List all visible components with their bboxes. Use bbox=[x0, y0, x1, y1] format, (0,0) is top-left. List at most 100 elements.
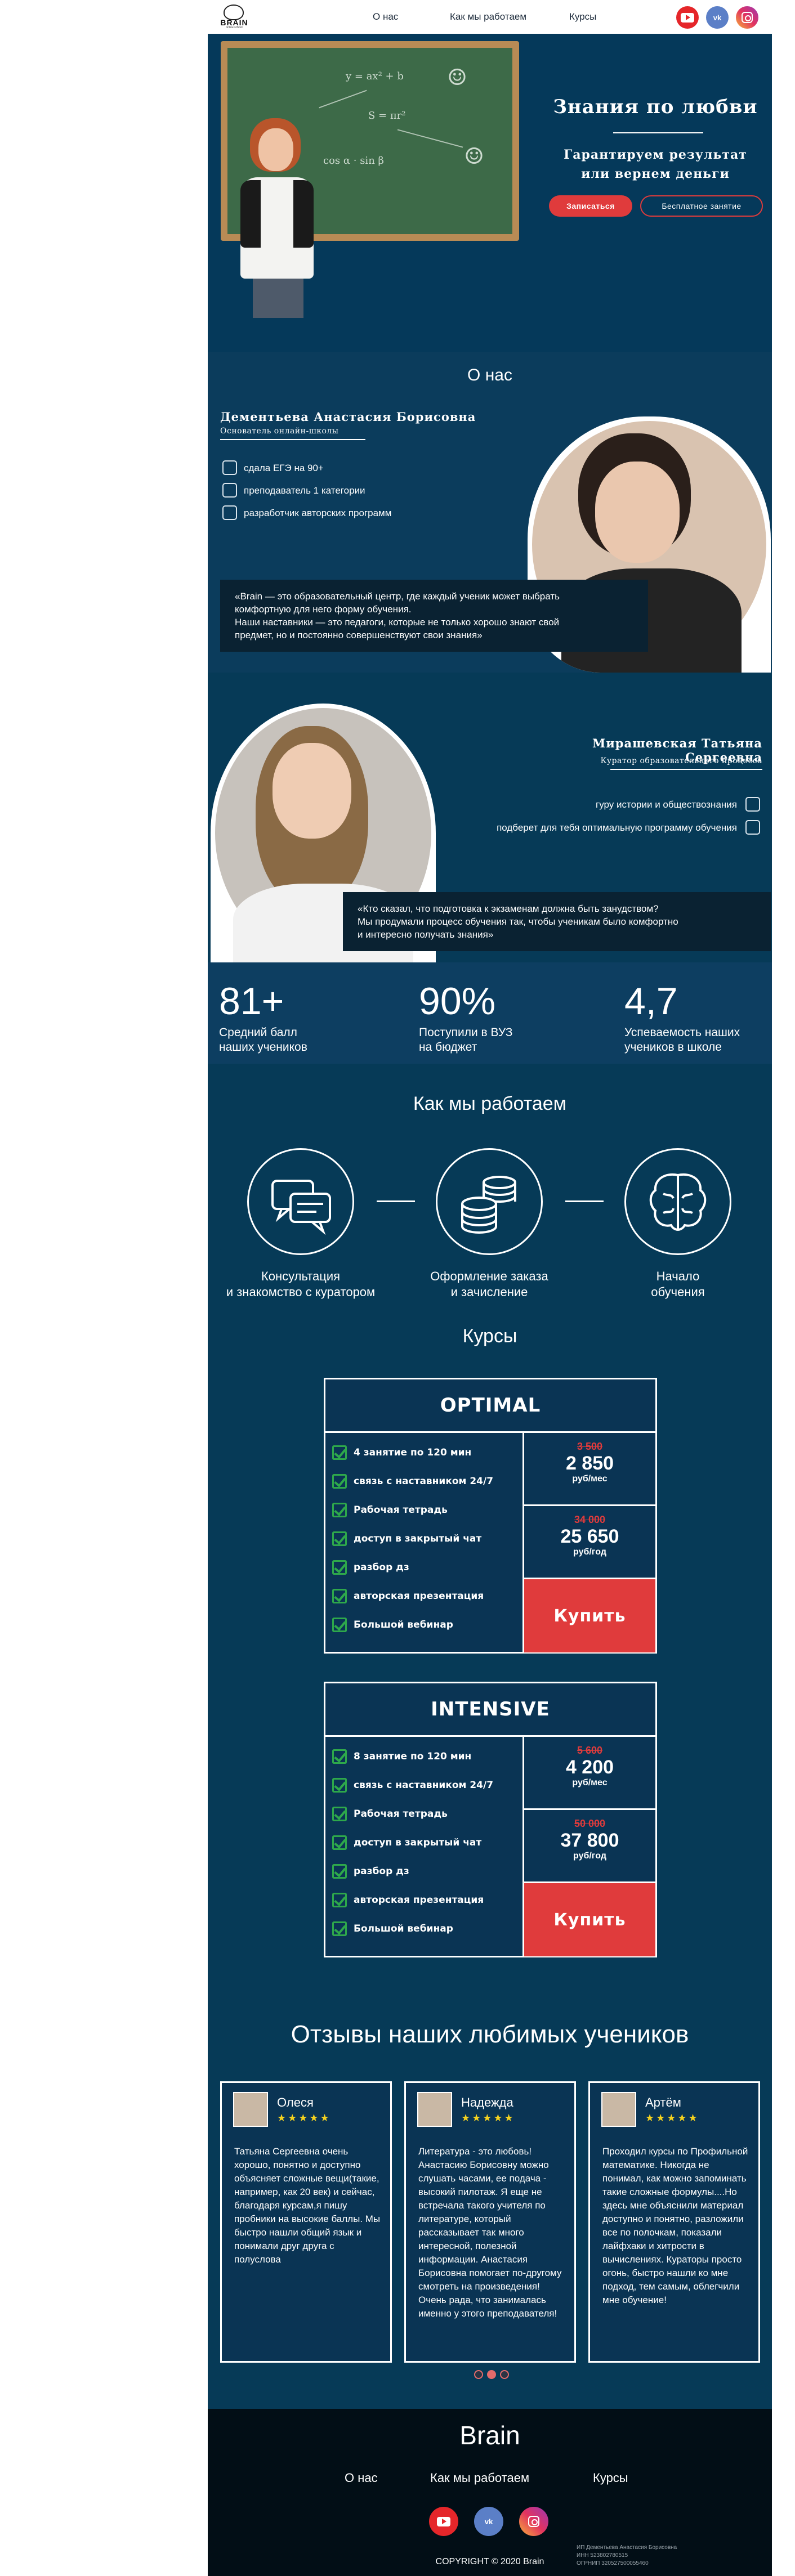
course-card-optimal: OPTIMAL 4 занятие по 120 мин связь с нас… bbox=[324, 1378, 657, 1654]
stat-number: 81+ bbox=[219, 980, 284, 1023]
course-feature: разбор дз bbox=[332, 1864, 518, 1879]
person2-feature: подберет для тебя оптимальную программу … bbox=[497, 822, 737, 833]
avatar bbox=[601, 2092, 636, 2127]
scroll-icon bbox=[745, 797, 760, 812]
course-feature: Большой вебинар bbox=[332, 1921, 518, 1936]
carousel-dot[interactable] bbox=[500, 2370, 509, 2379]
legal-info: ИП Дементьева Анастасия Борисовна ИНН 52… bbox=[577, 2544, 677, 2566]
step-label: Оформление заказа и зачисление bbox=[430, 1269, 548, 1299]
site-header: BRAIN online school О нас Как мы работае… bbox=[208, 0, 772, 34]
check-icon bbox=[332, 1589, 347, 1603]
footer-link-how[interactable]: Как мы работаем bbox=[430, 2471, 529, 2485]
course-feature: 8 занятие по 120 мин bbox=[332, 1749, 518, 1764]
check-icon bbox=[332, 1531, 347, 1546]
course-name: OPTIMAL bbox=[325, 1379, 655, 1433]
price-unit: руб/год bbox=[573, 1851, 606, 1861]
new-price: 25 650 bbox=[560, 1526, 619, 1547]
youtube-icon[interactable] bbox=[429, 2507, 458, 2536]
monthly-price: 3 500 2 850 руб/мес bbox=[524, 1433, 655, 1506]
teacher-photo bbox=[230, 118, 326, 318]
course-feature: связь с наставником 24/7 bbox=[332, 1778, 518, 1793]
hero-divider bbox=[613, 132, 703, 133]
carousel-dot[interactable] bbox=[474, 2370, 483, 2379]
buy-button[interactable]: Купить bbox=[524, 1579, 655, 1652]
person2-feature: гуру истории и обществознания bbox=[596, 799, 737, 810]
copyright: COPYRIGHT © 2020 Brain bbox=[435, 2557, 544, 2566]
star-rating-icon: ★★★★★ bbox=[461, 2112, 515, 2123]
brain-logo[interactable]: BRAIN online school bbox=[220, 5, 248, 30]
step-label: Начало обучения bbox=[651, 1269, 705, 1299]
person1-feature: сдала ЕГЭ на 90+ bbox=[244, 463, 324, 473]
price-unit: руб/год bbox=[573, 1547, 606, 1557]
stat-number: 90% bbox=[419, 980, 496, 1023]
person1-feature: разработчик авторских программ bbox=[244, 508, 392, 518]
rocket-icon bbox=[745, 820, 760, 835]
old-price: 5 600 bbox=[577, 1745, 603, 1756]
nav-link-courses[interactable]: Курсы bbox=[569, 11, 596, 23]
footer-link-courses[interactable]: Курсы bbox=[593, 2471, 628, 2485]
reviewer-name: Артём bbox=[645, 2095, 681, 2109]
free-lesson-button[interactable]: Бесплатное занятие bbox=[640, 195, 763, 217]
signup-button[interactable]: Записаться bbox=[549, 195, 632, 217]
star-rating-icon: ★★★★★ bbox=[645, 2112, 699, 2123]
new-price: 37 800 bbox=[560, 1830, 619, 1851]
check-icon bbox=[332, 1560, 347, 1575]
step-connector bbox=[565, 1200, 604, 1202]
footer-link-about[interactable]: О нас bbox=[345, 2471, 378, 2485]
course-feature: разбор дз bbox=[332, 1560, 518, 1575]
logo-subtext: online school bbox=[226, 26, 243, 29]
review-card: Надежда ★★★★★ Литература - это любовь! А… bbox=[404, 2081, 576, 2363]
check-icon bbox=[332, 1921, 347, 1936]
vk-icon[interactable]: vk bbox=[474, 2507, 503, 2536]
carousel-dot-active[interactable] bbox=[487, 2370, 496, 2379]
youtube-icon[interactable] bbox=[676, 6, 699, 29]
review-text: Проходил курсы по Профильной математике.… bbox=[602, 2146, 748, 2305]
stat-label: Средний балл наших учеников bbox=[219, 1026, 307, 1054]
check-icon bbox=[332, 1749, 347, 1764]
person1-name: Дементьева Анастасия Борисовна bbox=[220, 410, 476, 424]
price-unit: руб/мес bbox=[572, 1474, 608, 1484]
review-text: Литература - это любовь! Анастасию Борис… bbox=[418, 2146, 562, 2319]
old-price: 50 000 bbox=[574, 1818, 606, 1829]
avatar bbox=[233, 2092, 268, 2127]
old-price: 34 000 bbox=[574, 1514, 606, 1525]
reviews-title: Отзывы наших любимых учеников bbox=[291, 2021, 689, 2048]
hero-title: Знания по любви bbox=[553, 96, 758, 118]
monthly-price: 5 600 4 200 руб/мес bbox=[524, 1737, 655, 1810]
courses-title: Курсы bbox=[462, 1325, 517, 1347]
new-price: 2 850 bbox=[565, 1453, 614, 1474]
course-feature: связь с наставником 24/7 bbox=[332, 1474, 518, 1489]
coins-stack-icon bbox=[436, 1148, 543, 1255]
person1-role: Основатель онлайн-школы bbox=[220, 427, 339, 436]
check-icon bbox=[332, 1503, 347, 1517]
nav-link-how[interactable]: Как мы работаем bbox=[450, 11, 526, 23]
instagram-icon[interactable] bbox=[519, 2507, 548, 2536]
stat-number: 4,7 bbox=[624, 980, 678, 1023]
step-label: Консультация и знакомство с куратором bbox=[226, 1269, 376, 1299]
course-feature: доступ в закрытый чат bbox=[332, 1835, 518, 1850]
nav-link-about[interactable]: О нас bbox=[373, 11, 398, 23]
old-price: 3 500 bbox=[577, 1441, 603, 1452]
vk-icon[interactable]: vk bbox=[706, 6, 729, 29]
star-rating-icon: ★★★★★ bbox=[277, 2112, 331, 2123]
buy-button[interactable]: Купить bbox=[524, 1883, 655, 1956]
price-unit: руб/мес bbox=[572, 1778, 608, 1787]
page: BRAIN online school О нас Как мы работае… bbox=[0, 0, 795, 2576]
course-feature: авторская презентация bbox=[332, 1893, 518, 1907]
person1-feature: преподаватель 1 категории bbox=[244, 485, 365, 496]
course-feature: авторская презентация bbox=[332, 1589, 518, 1603]
course-name: INTENSIVE bbox=[325, 1683, 655, 1737]
check-icon bbox=[332, 1893, 347, 1907]
about-title: О нас bbox=[467, 366, 512, 384]
person2-divider bbox=[610, 769, 762, 770]
reviewer-name: Олеся bbox=[277, 2095, 314, 2109]
review-card: Олеся ★★★★★ Татьяна Сергеевна очень хоро… bbox=[220, 2081, 392, 2363]
chat-bubbles-icon bbox=[247, 1148, 354, 1255]
person2-role: Куратор образовательного процесса bbox=[600, 756, 762, 765]
instagram-icon[interactable] bbox=[736, 6, 758, 29]
check-icon bbox=[332, 1474, 347, 1489]
check-icon bbox=[332, 1618, 347, 1632]
check-icon bbox=[332, 1778, 347, 1793]
check-icon bbox=[332, 1835, 347, 1850]
program-icon bbox=[222, 505, 237, 520]
